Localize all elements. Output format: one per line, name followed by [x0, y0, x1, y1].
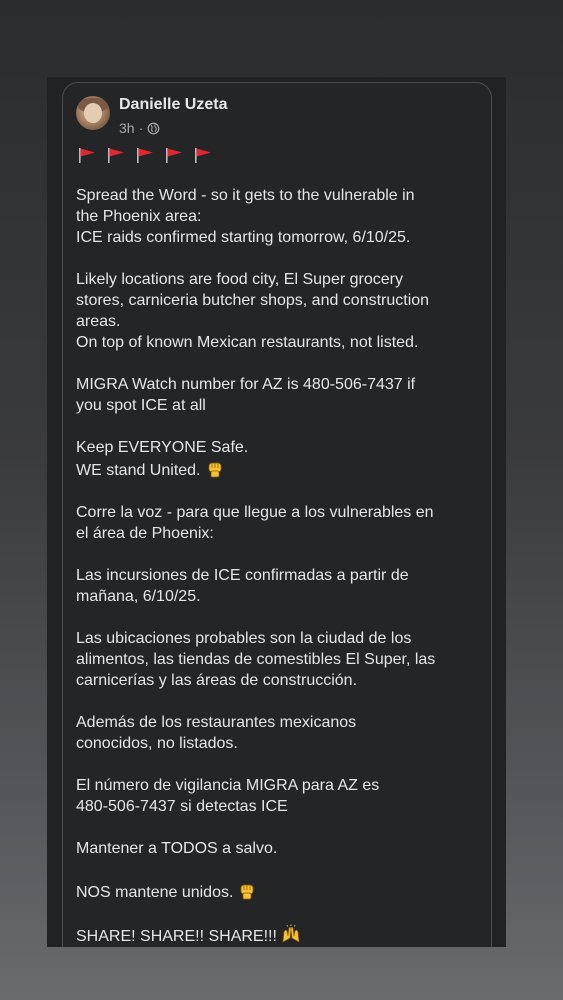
post-text-line: Corre la voz - para que llegue a los vul…	[76, 504, 434, 521]
post-text-line: Las incursiones de ICE confirmadas a par…	[76, 567, 409, 584]
post-text-line: Likely locations are food city, El Super…	[76, 271, 403, 288]
post-text-line: stores, carniceria butcher shops, and co…	[76, 292, 430, 309]
raised-fist-icon	[208, 462, 221, 478]
triangular-flag-icon	[137, 148, 153, 163]
post-text-line: the Phoenix area:	[76, 208, 202, 225]
post-text-line: Spread the Word - so it gets to the vuln…	[76, 187, 415, 204]
post-paragraph: Keep EVERYONE Safe. WE stand United.	[76, 437, 486, 481]
triangular-flag-icon	[108, 148, 124, 163]
flag-row	[77, 147, 213, 163]
story-frame: Danielle Uzeta 3h · Spread the Word - so…	[47, 77, 506, 947]
meta-separator: ·	[138, 120, 144, 136]
post-text-line: On top of known Mexican restaurants, not…	[76, 334, 419, 351]
post-text-line: WE stand United.	[76, 458, 486, 481]
post-paragraph: Likely locations are food city, El Super…	[76, 269, 486, 353]
post-text-line: mañana, 6/10/25.	[76, 588, 201, 605]
post-text-line: alimentos, las tiendas de comestibles El…	[76, 651, 436, 668]
post-text-line: you spot ICE at all	[76, 397, 206, 414]
post-text-line: MIGRA Watch number for AZ is 480-506-743…	[76, 376, 416, 393]
post-time[interactable]: 3h	[119, 120, 135, 136]
post-text-line: el área de Phoenix:	[76, 525, 214, 542]
post-text-line: Mantener a TODOS a salvo.	[76, 840, 278, 857]
globe-icon[interactable]	[147, 122, 160, 135]
post-paragraph: Además de los restaurantes mexicanos cono…	[76, 712, 486, 754]
avatar-face	[84, 103, 102, 123]
post-paragraph: Las ubicaciones probables son la ciudad …	[76, 628, 486, 691]
post-card: Danielle Uzeta 3h · Spread the Word - so…	[62, 82, 492, 947]
post-paragraph: MIGRA Watch number for AZ is 480-506-743…	[76, 374, 486, 416]
post-text-line: Además de los restaurantes mexicanos	[76, 714, 357, 731]
triangular-flag-icon	[195, 148, 211, 163]
raised-fist-icon	[241, 884, 254, 900]
post-paragraph: Mantener a TODOS a salvo.	[76, 838, 486, 859]
post-paragraph: Las incursiones de ICE confirmadas a par…	[76, 565, 486, 607]
post-meta: 3h ·	[119, 120, 160, 136]
post-paragraph: El número de vigilancia MIGRA para AZ es…	[76, 775, 486, 817]
post-body: Spread the Word - so it gets to the vuln…	[76, 185, 486, 947]
post-paragraph: NOS mantene unidos.	[76, 880, 486, 903]
author-name[interactable]: Danielle Uzeta	[119, 96, 227, 114]
triangular-flag-icon	[166, 148, 182, 163]
post-text-line: carnicerías y las áreas de construcción.	[76, 672, 358, 689]
post-text-line: NOS mantene unidos.	[76, 880, 486, 903]
post-text-line: Keep EVERYONE Safe.	[76, 439, 249, 456]
post-text-line: areas.	[76, 313, 121, 330]
post-text-line: 480-506-7437 si detectas ICE	[76, 798, 288, 815]
post-paragraph: Spread the Word - so it gets to the vuln…	[76, 185, 486, 248]
raising-hands-icon	[282, 924, 300, 943]
avatar[interactable]	[76, 96, 110, 130]
triangular-flag-icon	[79, 148, 95, 163]
post-paragraph: SHARE! SHARE!! SHARE!!!	[76, 924, 486, 947]
post-text-line: Las ubicaciones probables son la ciudad …	[76, 630, 412, 647]
post-text-line: ICE raids confirmed starting tomorrow, 6…	[76, 229, 411, 246]
post-text-line: conocidos, no listados.	[76, 735, 238, 752]
post-text-line: El número de vigilancia MIGRA para AZ es	[76, 777, 380, 794]
post-paragraph: Corre la voz - para que llegue a los vul…	[76, 502, 486, 544]
post-text-line: SHARE! SHARE!! SHARE!!!	[76, 924, 486, 947]
